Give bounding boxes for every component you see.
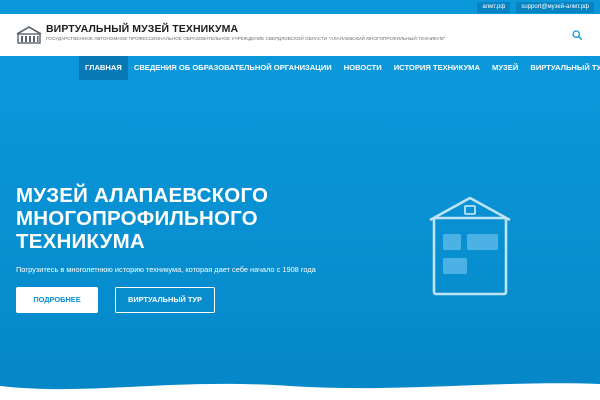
- hero-description: Погрузитесь в многолетнюю историю техник…: [16, 265, 316, 274]
- support-email-link[interactable]: support@музей-алмт.рф: [516, 2, 594, 13]
- search-icon[interactable]: [572, 30, 582, 40]
- hero-section: МУЗЕЙ АЛАПАЕВСКОГО МНОГОПРОФИЛЬНОГО ТЕХН…: [0, 80, 600, 400]
- nav-item-home[interactable]: ГЛАВНАЯ: [79, 56, 128, 80]
- nav-item-museum[interactable]: МУЗЕЙ: [486, 56, 524, 80]
- more-button[interactable]: ПОДРОБНЕЕ: [16, 287, 98, 313]
- virtual-tour-button[interactable]: ВИРТУАЛЬНЫЙ ТУР: [115, 287, 215, 313]
- site-title[interactable]: ВИРТУАЛЬНЫЙ МУЗЕЙ ТЕХНИКУМА: [46, 23, 238, 35]
- top-bar: алмт.рф support@музей-алмт.рф: [0, 0, 600, 14]
- hero-bottom-wave: [0, 383, 600, 400]
- site-domain-link[interactable]: алмт.рф: [477, 2, 511, 13]
- hero-title: МУЗЕЙ АЛАПАЕВСКОГО МНОГОПРОФИЛЬНОГО ТЕХН…: [16, 184, 316, 253]
- nav-items: ГЛАВНАЯ СВЕДЕНИЯ ОБ ОБРАЗОВАТЕЛЬНОЙ ОРГА…: [79, 56, 600, 80]
- nav-item-history[interactable]: ИСТОРИЯ ТЕХНИКУМА: [388, 56, 486, 80]
- hero-title-line: МУЗЕЙ АЛАПАЕВСКОГО: [16, 184, 269, 207]
- main-navigation: ГЛАВНАЯ СВЕДЕНИЯ ОБ ОБРАЗОВАТЕЛЬНОЙ ОРГА…: [0, 56, 600, 80]
- top-bar-links: алмт.рф support@музей-алмт.рф: [477, 2, 594, 13]
- hero-title-line: ТЕХНИКУМА: [16, 230, 145, 253]
- site-header: ВИРТУАЛЬНЫЙ МУЗЕЙ ТЕХНИКУМА ГОСУДАРСТВЕН…: [0, 14, 600, 56]
- nav-item-organization-info[interactable]: СВЕДЕНИЯ ОБ ОБРАЗОВАТЕЛЬНОЙ ОРГАНИЗАЦИИ: [128, 56, 338, 80]
- hero-title-line: МНОГОПРОФИЛЬНОГО: [16, 207, 258, 230]
- nav-item-virtual-tour[interactable]: ВИРТУАЛЬНЫЙ ТУР: [524, 56, 600, 80]
- site-subtitle: ГОСУДАРСТВЕННОЕ АВТОНОМНОЕ ПРОФЕССИОНАЛЬ…: [46, 36, 446, 41]
- building-logo-icon[interactable]: [16, 26, 42, 44]
- nav-item-news[interactable]: НОВОСТИ: [338, 56, 388, 80]
- house-icon: [429, 196, 511, 296]
